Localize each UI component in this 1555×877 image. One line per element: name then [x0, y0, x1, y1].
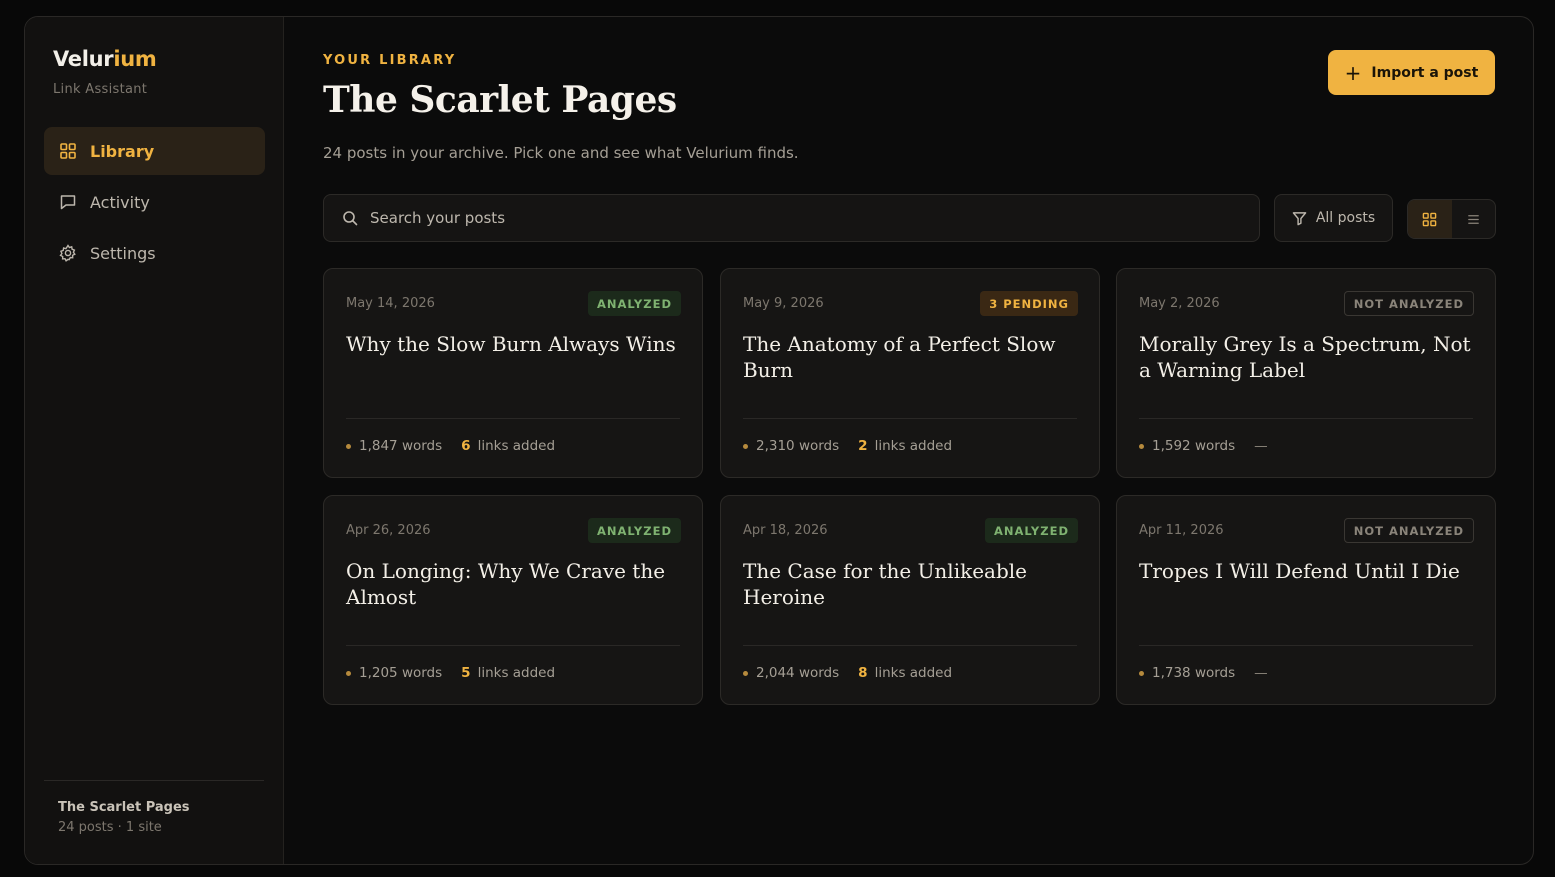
- word-count: 2,044 words: [756, 665, 840, 681]
- links-label: links added: [477, 438, 556, 454]
- workspace-summary: The Scarlet Pages 24 posts · 1 site: [44, 780, 264, 835]
- links-label: —: [1254, 665, 1268, 681]
- word-count: 1,205 words: [359, 665, 443, 681]
- sidebar-item-activity[interactable]: Activity: [44, 178, 265, 226]
- filter-icon: [1292, 211, 1307, 225]
- post-meta: 1,847 words 6 links added: [346, 438, 555, 454]
- post-meta: 1,738 words —: [1139, 665, 1268, 681]
- sidebar-item-label: Activity: [90, 192, 150, 212]
- page-subtitle: 24 posts in your archive. Pick one and s…: [323, 144, 799, 162]
- links-count: 5: [461, 665, 471, 681]
- main-content: YOUR LIBRARY The Scarlet Pages 24 posts …: [323, 17, 1533, 864]
- chat-icon: [59, 193, 77, 211]
- links-count: 8: [858, 665, 868, 681]
- dot-icon: [743, 443, 748, 449]
- post-title: The Case for the Unlikeable Heroine: [743, 559, 1028, 609]
- post-title: On Longing: Why We Crave the Almost: [346, 559, 666, 609]
- plus-icon: +: [1344, 60, 1362, 85]
- list-view-button[interactable]: [1452, 200, 1496, 238]
- post-meta: 1,592 words —: [1139, 438, 1268, 454]
- search-input[interactable]: [370, 209, 1230, 227]
- grid-icon: [59, 142, 77, 160]
- word-count: 1,847 words: [359, 438, 443, 454]
- links-count: 2: [858, 438, 868, 454]
- status-badge: NOT ANALYZED: [1343, 518, 1474, 543]
- post-title: Morally Grey Is a Spectrum, Not a Warnin…: [1139, 332, 1471, 382]
- post-card[interactable]: May 2, 2026 NOT ANALYZED Morally Grey Is…: [1116, 268, 1496, 478]
- sidebar-item-label: Library: [90, 141, 155, 161]
- post-date: May 14, 2026: [346, 296, 435, 311]
- page-title: The Scarlet Pages: [323, 79, 677, 121]
- word-count: 1,738 words: [1152, 665, 1236, 681]
- dot-icon: [346, 443, 351, 449]
- post-title: Tropes I Will Defend Until I Die: [1139, 559, 1460, 583]
- status-badge: NOT ANALYZED: [1343, 291, 1474, 316]
- post-card[interactable]: May 9, 2026 3 PENDING The Anatomy of a P…: [720, 268, 1100, 478]
- list-icon: [1467, 214, 1479, 224]
- post-date: Apr 26, 2026: [346, 523, 431, 538]
- post-date: May 9, 2026: [743, 296, 824, 311]
- links-label: links added: [477, 665, 556, 681]
- divider: [1139, 645, 1473, 646]
- post-meta: 1,205 words 5 links added: [346, 665, 555, 681]
- sidebar: Velurium Link Assistant Library Activity…: [25, 17, 284, 864]
- divider: [1139, 418, 1473, 419]
- sidebar-item-label: Settings: [90, 243, 156, 263]
- post-title: The Anatomy of a Perfect Slow Burn: [743, 332, 1056, 382]
- status-badge: ANALYZED: [587, 518, 681, 543]
- post-card[interactable]: Apr 26, 2026 ANALYZED On Longing: Why We…: [323, 495, 703, 705]
- divider: [346, 645, 680, 646]
- post-card[interactable]: May 14, 2026 ANALYZED Why the Slow Burn …: [323, 268, 703, 478]
- word-count: 1,592 words: [1152, 438, 1236, 454]
- sidebar-item-settings[interactable]: Settings: [44, 229, 265, 277]
- section-eyebrow: YOUR LIBRARY: [323, 53, 457, 68]
- dot-icon: [743, 670, 748, 676]
- search-icon: [343, 211, 358, 226]
- status-badge: ANALYZED: [587, 291, 681, 316]
- dot-icon: [346, 670, 351, 676]
- import-post-button[interactable]: + Import a post: [1328, 50, 1495, 95]
- search-box[interactable]: [323, 194, 1260, 242]
- post-meta: 2,044 words 8 links added: [743, 665, 952, 681]
- view-toggle: [1407, 199, 1496, 239]
- grid-icon: [1422, 212, 1437, 226]
- grid-view-button[interactable]: [1408, 200, 1452, 238]
- brand-logo: Velurium: [53, 47, 157, 71]
- links-label: links added: [874, 438, 953, 454]
- filter-dropdown[interactable]: All posts: [1274, 194, 1393, 242]
- post-date: Apr 11, 2026: [1139, 523, 1224, 538]
- app-window: Velurium Link Assistant Library Activity…: [24, 16, 1534, 865]
- post-title: Why the Slow Burn Always Wins: [346, 332, 676, 356]
- sidebar-item-library[interactable]: Library: [44, 127, 265, 175]
- workspace-name: The Scarlet Pages: [58, 800, 190, 815]
- post-date: Apr 18, 2026: [743, 523, 828, 538]
- post-date: May 2, 2026: [1139, 296, 1220, 311]
- divider: [743, 418, 1077, 419]
- links-label: links added: [874, 665, 953, 681]
- post-card[interactable]: Apr 18, 2026 ANALYZED The Case for the U…: [720, 495, 1100, 705]
- post-card[interactable]: Apr 11, 2026 NOT ANALYZED Tropes I Will …: [1116, 495, 1496, 705]
- gear-icon: [59, 244, 77, 262]
- workspace-stats: 24 posts · 1 site: [58, 820, 162, 835]
- dot-icon: [1139, 670, 1144, 676]
- word-count: 2,310 words: [756, 438, 840, 454]
- brand-subtitle: Link Assistant: [53, 82, 148, 97]
- status-badge: 3 PENDING: [980, 291, 1078, 316]
- status-badge: ANALYZED: [984, 518, 1078, 543]
- divider: [743, 645, 1077, 646]
- links-count: 6: [461, 438, 471, 454]
- links-label: —: [1254, 438, 1268, 454]
- post-meta: 2,310 words 2 links added: [743, 438, 952, 454]
- sidebar-nav: Library Activity Settings: [44, 127, 265, 280]
- divider: [346, 418, 680, 419]
- dot-icon: [1139, 443, 1144, 449]
